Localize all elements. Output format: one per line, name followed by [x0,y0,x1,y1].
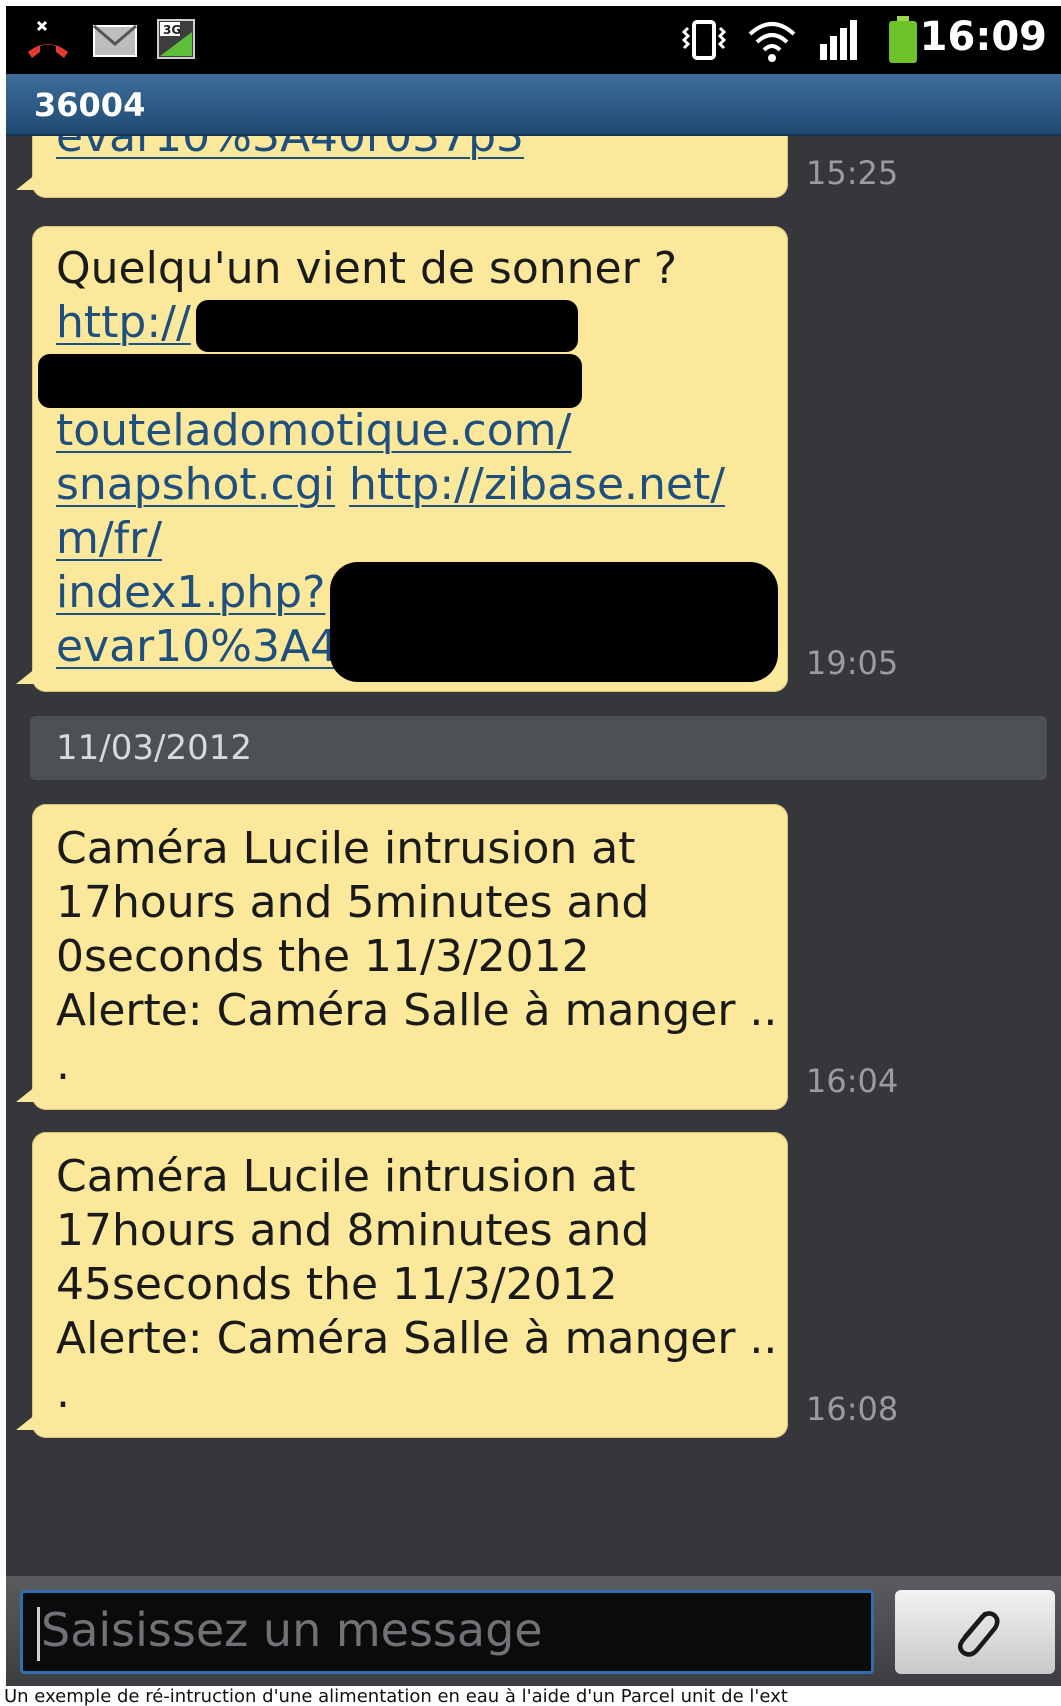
message-line: m/fr/ [56,512,768,566]
message-text: . [56,1367,70,1418]
battery-icon [889,16,917,63]
message-text: Quelqu'un vient de sonner ? [56,243,678,294]
wifi-icon [748,22,796,62]
message-link[interactable]: snapshot.cgi [56,459,335,510]
message-link[interactable]: index1.php? [56,567,325,618]
message-text: 17hours and 5minutes and [56,877,650,928]
message-line: Caméra Lucile intrusion at [56,1150,768,1204]
message-text [335,459,349,510]
svg-text:3G: 3G [163,23,181,37]
conversation-header: 36004 [6,74,1061,136]
message-text: Caméra Lucile intrusion at [56,823,636,874]
message-line: touteladomotique.com/ [56,404,768,458]
message-line: Alerte: Caméra Salle à manger .. [56,1312,777,1366]
message-text: 0seconds the 11/3/2012 [56,931,590,982]
date-separator: 11/03/2012 [30,716,1047,780]
phone-screen: 3G 16:09 36004 evar10%3A40r037p3 15:25 Q… [6,6,1061,1686]
conversation-list[interactable]: evar10%3A40r037p3 15:25 Quelqu'un vient … [6,136,1061,1576]
message-line: Quelqu'un vient de sonner ? [56,242,768,296]
email-icon [93,24,137,57]
message-text: Alerte: Caméra Salle à manger .. [56,1313,778,1364]
message-timestamp: 19:05 [806,644,899,682]
redaction-block [330,562,778,682]
message-text: 45seconds the 11/3/2012 [56,1259,618,1310]
message-line: 17hours and 5minutes and [56,876,768,930]
contact-number: 36004 [34,86,146,124]
message-line: 45seconds the 11/3/2012 [56,1258,768,1312]
attach-button[interactable] [895,1590,1055,1674]
message-link[interactable]: m/fr/ [56,513,162,564]
message-line: 0seconds the 11/3/2012 [56,930,768,984]
message-bubble[interactable]: evar10%3A40r037p3 [16,136,788,198]
message-line: snapshot.cgi http://zibase.net/ [56,458,768,512]
redaction-block [196,300,578,352]
message-line: . [56,1366,768,1420]
message-bubble[interactable]: Quelqu'un vient de sonner ? http:// tout… [16,226,788,692]
message-link[interactable]: evar10%3A4 [56,621,338,672]
message-text: Alerte: Caméra Salle à manger .. [56,985,778,1036]
message-link[interactable]: http:// [56,297,191,348]
message-input-placeholder: Saisissez un message [41,1603,543,1657]
message-timestamp: 16:08 [806,1390,899,1428]
message-timestamp: 15:25 [806,154,899,192]
signal-icon [820,20,857,60]
date-separator-label: 11/03/2012 [56,728,252,768]
vibrate-icon [681,20,727,60]
message-line: Alerte: Caméra Salle à manger .. [56,984,777,1038]
message-text: . [56,1039,70,1090]
3g-data-icon: 3G [157,19,195,59]
message-line: Caméra Lucile intrusion at [56,822,768,876]
missed-call-icon [28,20,68,58]
message-line: 17hours and 8minutes and [56,1204,768,1258]
message-bubble[interactable]: Caméra Lucile intrusion at 17hours and 5… [16,804,788,1110]
image-caption: Un exemple de ré-intruction d'une alimen… [4,1688,788,1706]
text-cursor [37,1607,40,1661]
status-bar: 3G 16:09 [6,6,1061,74]
message-timestamp: 16:04 [806,1062,899,1100]
message-text: Caméra Lucile intrusion at [56,1151,636,1202]
paperclip-icon [958,1611,1000,1657]
message-link[interactable]: http://zibase.net/ [349,459,725,510]
message-line: evar10%3A40r037p3 [56,136,768,164]
message-link[interactable]: evar10%3A40r037p3 [56,136,524,162]
message-link[interactable]: touteladomotique.com/ [56,405,571,456]
compose-bar: Saisissez un message [6,1576,1061,1686]
status-clock: 16:09 [919,14,1047,60]
message-input[interactable]: Saisissez un message [20,1590,874,1674]
message-text: 17hours and 8minutes and [56,1205,650,1256]
message-bubble[interactable]: Caméra Lucile intrusion at 17hours and 8… [16,1132,788,1438]
message-line: . [56,1038,768,1092]
redaction-block [38,354,582,408]
